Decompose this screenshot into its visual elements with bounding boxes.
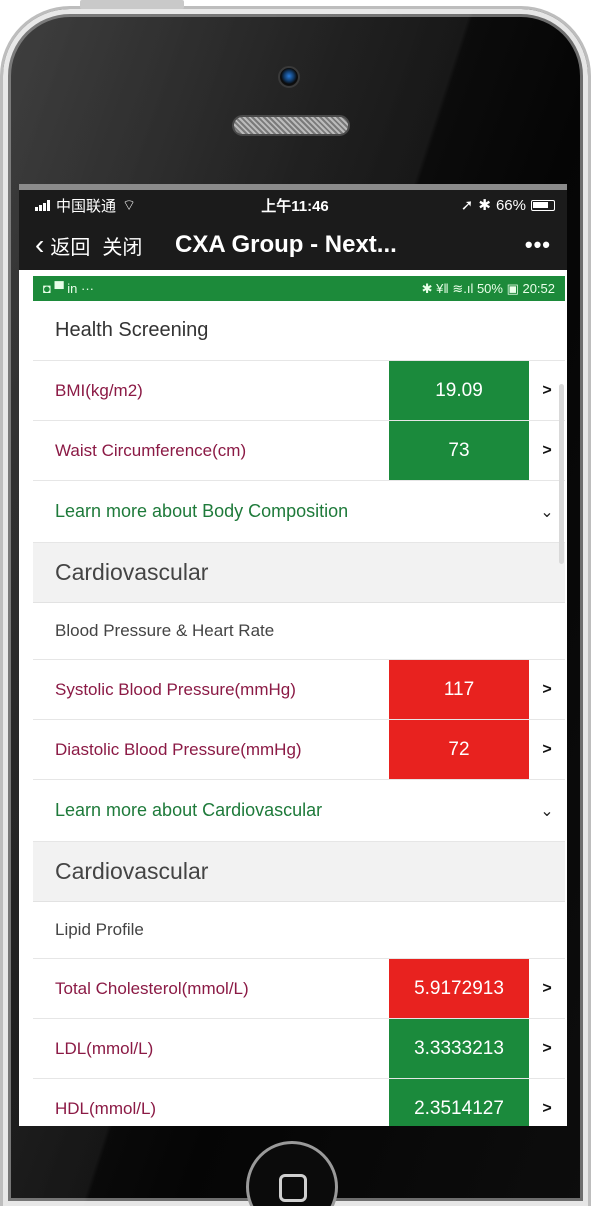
front-camera [278, 66, 300, 88]
wechat-nav-bar: ‹ 返回 关闭 CXA Group - Next... ••• [19, 220, 567, 270]
result-row-bmi[interactable]: BMI(kg/m2) 19.09 > [33, 361, 565, 421]
back-label: 返回 [50, 236, 91, 259]
learn-more-body-composition[interactable]: Learn more about Body Composition ⌄ [33, 481, 565, 543]
learn-more-cardiovascular[interactable]: Learn more about Cardiovascular ⌄ [33, 780, 565, 842]
result-row-systolic[interactable]: Systolic Blood Pressure(mmHg) 117 > [33, 660, 565, 720]
result-label: Waist Circumference(cm) [55, 441, 247, 460]
result-label: HDL(mmol/L) [55, 1099, 157, 1118]
result-row-hdl[interactable]: HDL(mmol/L) 2.3514127 > [33, 1079, 565, 1126]
result-value: 19.09 [389, 361, 529, 420]
result-value: 72 [389, 720, 529, 779]
carrier-label: 中国联通 [56, 197, 117, 215]
more-menu-button[interactable]: ••• [525, 232, 551, 258]
chevron-right-icon[interactable]: > [529, 980, 565, 998]
chevron-right-icon[interactable]: > [529, 1100, 565, 1118]
home-square-icon [279, 1174, 307, 1202]
result-value: 3.3333213 [389, 1019, 529, 1078]
section-health-screening: Health Screening [33, 301, 565, 361]
chevron-right-icon[interactable]: > [529, 1040, 565, 1058]
page-title: CXA Group - Next... [175, 231, 397, 258]
learn-more-label: Learn more about Cardiovascular [55, 800, 323, 820]
location-icon: ➚ [460, 197, 474, 214]
result-value: 2.3514127 [389, 1079, 529, 1126]
result-label: Diastolic Blood Pressure(mmHg) [55, 740, 302, 759]
result-row-ldl[interactable]: LDL(mmol/L) 3.3333213 > [33, 1019, 565, 1079]
chevron-right-icon[interactable]: > [529, 681, 565, 699]
result-row-total-cholesterol[interactable]: Total Cholesterol(mmol/L) 5.9172913 > [33, 959, 565, 1019]
android-status-bar: ◘ ▀ in ··· ✱ ¥‖ ≋.ıl 50% ▣ 20:52 [33, 276, 565, 301]
result-row-waist[interactable]: Waist Circumference(cm) 73 > [33, 421, 565, 481]
scrollbar[interactable] [559, 384, 564, 564]
result-label: Total Cholesterol(mmol/L) [55, 979, 249, 998]
close-button[interactable]: 关闭 [102, 231, 142, 260]
section-cardiovascular-lipid: Cardiovascular [33, 842, 565, 902]
section-cardiovascular-bp: Cardiovascular [33, 543, 565, 603]
subhead-lipid-profile: Lipid Profile [33, 902, 565, 959]
chevron-down-icon: ⌄ [540, 802, 554, 820]
battery-icon [530, 199, 555, 211]
result-value: 117 [389, 660, 529, 719]
subhead-blood-pressure: Blood Pressure & Heart Rate [33, 603, 565, 660]
result-value: 73 [389, 421, 529, 480]
back-button[interactable]: ‹ 返回 关闭 [35, 231, 175, 260]
result-row-diastolic[interactable]: Diastolic Blood Pressure(mmHg) 72 > [33, 720, 565, 780]
result-value: 5.9172913 [389, 959, 529, 1018]
earpiece-speaker [232, 115, 350, 136]
ios-status-bar: 中国联通 ⌔ 上午11:46 ➚ ✱ 66% [19, 184, 567, 220]
report-content: Health Screening BMI(kg/m2) 19.09 > Wais… [33, 301, 565, 1126]
status-time: 上午11:46 [261, 197, 329, 215]
signal-icon [35, 199, 50, 211]
result-label: Systolic Blood Pressure(mmHg) [55, 680, 296, 699]
chevron-left-icon: ‹ [35, 229, 45, 260]
android-status-right: ✱ ¥‖ ≋.ıl 50% ▣ 20:52 [421, 280, 555, 296]
result-label: BMI(kg/m2) [55, 381, 143, 400]
battery-percent: 66% [495, 196, 526, 214]
learn-more-label: Learn more about Body Composition [55, 501, 349, 521]
home-button[interactable] [246, 1141, 338, 1206]
result-label: LDL(mmol/L) [55, 1039, 154, 1058]
bluetooth-icon: ✱ [478, 197, 491, 214]
chevron-right-icon[interactable]: > [529, 741, 565, 759]
phone-screen: 中国联通 ⌔ 上午11:46 ➚ ✱ 66% ‹ 返回 关闭 CXA Group… [19, 184, 567, 1126]
side-button [80, 0, 184, 9]
android-app-icons: ◘ ▀ in ··· [43, 281, 95, 296]
wifi-icon: ⌔ [122, 196, 137, 214]
